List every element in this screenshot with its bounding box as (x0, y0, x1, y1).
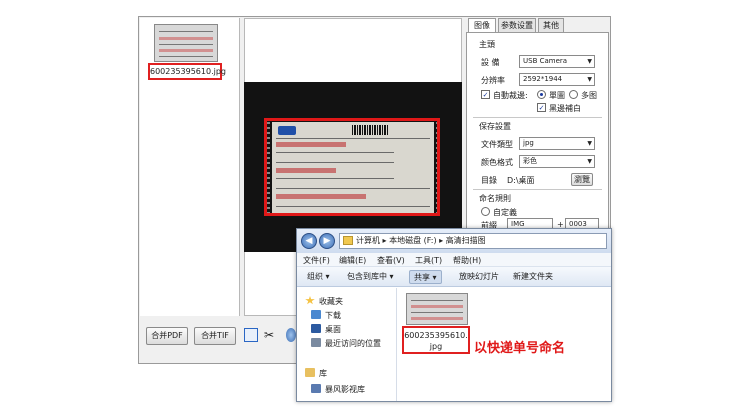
auto-crop-label: 自動裁邊: (493, 91, 528, 100)
nav-favorites[interactable]: 收藏夹 (319, 296, 343, 307)
merge-tif-button[interactable]: 合并TIF (194, 327, 236, 345)
video-library-icon (311, 384, 321, 393)
breadcrumb-computer[interactable]: 计算机 (356, 236, 380, 245)
multi-image-radio[interactable] (569, 90, 578, 99)
breadcrumb-folder[interactable]: 高清扫描图 (446, 236, 486, 245)
favorites-star-icon (305, 296, 315, 305)
tab-parameters[interactable]: 参数设置 (498, 18, 536, 32)
color-mode-select[interactable]: 彩色 ▼ (519, 155, 595, 168)
tab-image[interactable]: 图像 (468, 18, 496, 33)
custom-naming-radio[interactable] (481, 207, 490, 216)
save-group-title: 保存設置 (479, 122, 511, 131)
scan-thumbnail[interactable] (154, 24, 218, 62)
nav-downloads[interactable]: 下载 (325, 310, 341, 321)
single-image-label: 單圖 (549, 91, 565, 100)
thumbnail-filename: 600235395610.jpg (148, 63, 226, 80)
main-group-title: 主頭 (479, 40, 495, 49)
tab-other[interactable]: 其他 (538, 18, 564, 32)
menu-help[interactable]: 帮助(H) (453, 255, 481, 266)
downloads-icon (311, 310, 321, 319)
divider (473, 117, 602, 118)
organize-button[interactable]: 组织 ▾ (303, 270, 334, 284)
rotate-crop-icon[interactable]: ✂ (264, 327, 278, 343)
menu-edit[interactable]: 编辑(E) (339, 255, 366, 266)
file-name-label[interactable]: 600235395610.jpg (402, 326, 470, 354)
divider (473, 189, 602, 190)
nav-libraries[interactable]: 库 (319, 368, 327, 379)
new-folder-button[interactable]: 新建文件夹 (509, 270, 557, 284)
slideshow-button[interactable]: 放映幻灯片 (455, 270, 503, 284)
share-button[interactable]: 共享 ▾ (409, 270, 442, 284)
desktop-icon (311, 324, 321, 333)
refresh-icon[interactable] (286, 328, 296, 342)
crop-frame[interactable] (264, 118, 440, 216)
directory-label: 目錄 (481, 176, 497, 185)
resolution-select[interactable]: 2592*1944 ▼ (519, 73, 595, 86)
recent-places-icon (311, 338, 321, 347)
color-mode-label: 颜色格式 (481, 158, 513, 167)
file-type-select[interactable]: jpg ▼ (519, 137, 595, 150)
auto-crop-checkbox[interactable]: ✓ (481, 90, 490, 99)
device-label: 設 備 (481, 58, 500, 67)
naming-group-title: 命名規則 (479, 194, 511, 203)
nav-recent[interactable]: 最近访问的位置 (325, 338, 381, 349)
custom-naming-label: 自定義 (493, 208, 517, 217)
breadcrumb[interactable]: 计算机 ▸ 本地磁盘 (F:) ▸ 高清扫描图 (339, 233, 607, 249)
browse-button[interactable]: 瀏覽 (571, 173, 593, 186)
black-edge-checkbox[interactable]: ✓ (537, 103, 546, 112)
nav-desktop[interactable]: 桌面 (325, 324, 341, 335)
resolution-label: 分辨率 (481, 76, 505, 85)
library-icon (305, 368, 315, 377)
include-library-button[interactable]: 包含到库中 ▾ (343, 270, 398, 284)
back-icon[interactable]: ◀ (301, 233, 317, 249)
annotation-text: 以快递单号命名 (474, 341, 566, 356)
address-bar: ◀ ▶ 计算机 ▸ 本地磁盘 (F:) ▸ 高清扫描图 (297, 229, 611, 253)
file-type-label: 文件類型 (481, 140, 513, 149)
explorer-toolbar: 组织 ▾ 包含到库中 ▾ 共享 ▾ 放映幻灯片 新建文件夹 (297, 267, 611, 287)
file-thumbnail[interactable] (406, 293, 468, 325)
breadcrumb-drive[interactable]: 本地磁盘 (F:) (389, 236, 436, 245)
menu-tools[interactable]: 工具(T) (415, 255, 442, 266)
nav-video-library[interactable]: 暴风影视库 (325, 384, 365, 395)
crop-icon[interactable] (244, 328, 258, 342)
black-edge-label: 黑邊補白 (549, 104, 581, 113)
directory-path: D:\桌面 (507, 176, 535, 185)
device-select[interactable]: USB Camera ▼ (519, 55, 595, 68)
menu-bar: 文件(F) 编辑(E) 查看(V) 工具(T) 帮助(H) (297, 253, 611, 267)
multi-image-label: 多图 (581, 91, 597, 100)
single-image-radio[interactable] (537, 90, 546, 99)
menu-file[interactable]: 文件(F) (303, 255, 330, 266)
merge-pdf-button[interactable]: 合并PDF (146, 327, 188, 345)
forward-icon[interactable]: ▶ (319, 233, 335, 249)
menu-view[interactable]: 查看(V) (377, 255, 405, 266)
folder-icon (343, 236, 353, 245)
navigation-pane: 收藏夹 下载 桌面 最近访问的位置 库 暴风影视库 (297, 288, 397, 401)
